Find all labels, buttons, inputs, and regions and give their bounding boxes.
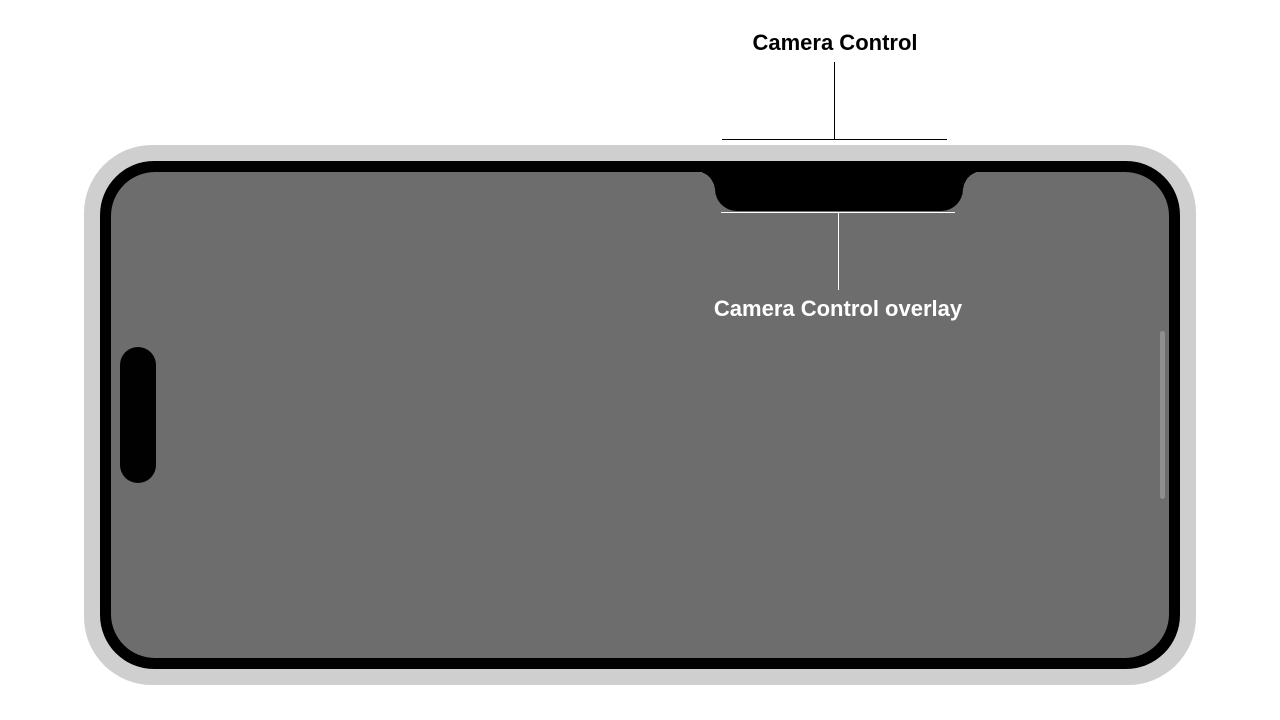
- phone-outline: Camera Control overlay: [84, 145, 1196, 685]
- side-button-groove: [1160, 331, 1165, 499]
- camera-control-overlay-region: [715, 172, 963, 211]
- phone-screen: Camera Control overlay: [111, 172, 1169, 658]
- phone-bezel: Camera Control overlay: [100, 161, 1180, 669]
- camera-control-label-text: Camera Control: [752, 30, 917, 56]
- callout-overlay-vertical: [838, 212, 839, 290]
- dynamic-island: [120, 347, 156, 483]
- camera-control-overlay-label: Camera Control overlay: [714, 296, 962, 322]
- diagram-stage: Camera Control Camera Control overlay: [0, 0, 1280, 720]
- callout-top-vertical: [834, 62, 835, 140]
- callout-top-horizontal: [722, 139, 947, 140]
- camera-control-overlay-text: Camera Control overlay: [714, 296, 962, 321]
